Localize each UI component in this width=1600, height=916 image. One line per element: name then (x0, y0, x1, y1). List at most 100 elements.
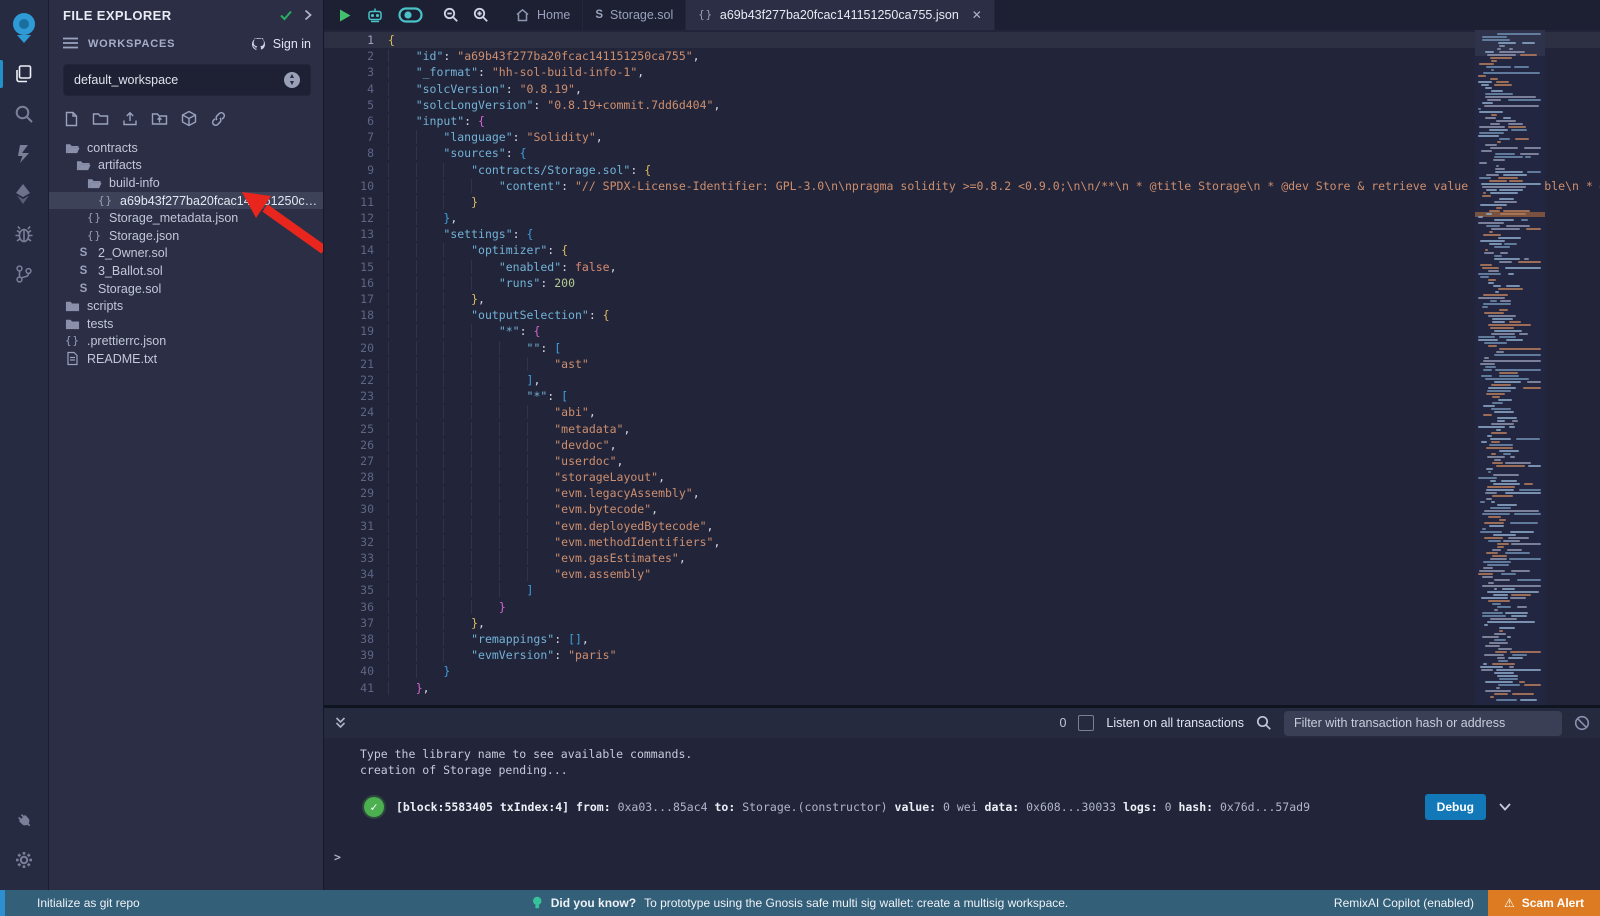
code-line-36[interactable]: 36 } (324, 599, 1600, 615)
search-button[interactable] (0, 94, 48, 134)
code-line-32[interactable]: 32 "evm.methodIdentifiers", (324, 534, 1600, 550)
code-line-21[interactable]: 21 "ast" (324, 356, 1600, 372)
code-line-38[interactable]: 38 "remappings": [], (324, 631, 1600, 647)
code-line-24[interactable]: 24 "abi", (324, 404, 1600, 420)
code-line-10[interactable]: 10 "content": "// SPDX-License-Identifie… (324, 178, 1600, 194)
new-file-icon[interactable] (64, 111, 79, 127)
solidity-compiler-button[interactable] (0, 134, 48, 174)
tree-item-a69b43f277ba20fcac141151250ca7-[interactable]: {}a69b43f277ba20fcac141151250ca7... (49, 192, 323, 210)
code-line-19[interactable]: 19 "*": { (324, 323, 1600, 339)
tab-storage-sol[interactable]: SStorage.sol (583, 0, 686, 30)
transaction-filter-input[interactable] (1284, 711, 1562, 736)
remix-logo[interactable] (0, 2, 48, 54)
new-folder-icon[interactable] (92, 111, 109, 126)
file-explorer-button[interactable] (0, 54, 48, 94)
code-line-27[interactable]: 27 "userdoc", (324, 453, 1600, 469)
code-line-7[interactable]: 7 "language": "Solidity", (324, 129, 1600, 145)
tab-a69b43f277ba20fcac141151250ca755-json[interactable]: {}a69b43f277ba20fcac141151250ca755.json✕ (686, 0, 995, 30)
code-line-6[interactable]: 6 "input": { (324, 113, 1600, 129)
code-line-34[interactable]: 34 "evm.assembly" (324, 566, 1600, 582)
zoom-out-icon[interactable] (443, 7, 459, 23)
panel-expand-icon[interactable] (303, 9, 313, 21)
git-button[interactable] (0, 254, 48, 294)
code-line-13[interactable]: 13 "settings": { (324, 226, 1600, 242)
code-line-3[interactable]: 3 "_format": "hh-sol-build-info-1", (324, 64, 1600, 80)
code-line-17[interactable]: 17 }, (324, 291, 1600, 307)
tree-item-tests[interactable]: tests (49, 315, 323, 333)
tree-item-scripts[interactable]: scripts (49, 297, 323, 315)
code-line-35[interactable]: 35 ] (324, 582, 1600, 598)
tree-item-label: Storage.json (109, 229, 179, 243)
terminal-prompt[interactable]: > (334, 850, 341, 864)
terminal-output[interactable]: Type the library name to see available c… (324, 738, 1600, 890)
tab-home[interactable]: Home (503, 0, 583, 30)
code-line-40[interactable]: 40 } (324, 663, 1600, 679)
code-line-11[interactable]: 11 } (324, 194, 1600, 210)
code-line-14[interactable]: 14 "optimizer": { (324, 242, 1600, 258)
upload-folder-icon[interactable] (151, 111, 168, 126)
code-line-28[interactable]: 28 "storageLayout", (324, 469, 1600, 485)
code-line-9[interactable]: 9 "contracts/Storage.sol": { (324, 162, 1600, 178)
code-line-15[interactable]: 15 "enabled": false, (324, 259, 1600, 275)
ai-copilot-robot-icon[interactable] (366, 7, 384, 24)
code-line-22[interactable]: 22 ], (324, 372, 1600, 388)
tree-item-readme-txt[interactable]: README.txt (49, 350, 323, 368)
listen-checkbox[interactable] (1078, 715, 1094, 731)
code-line-33[interactable]: 33 "evm.gasEstimates", (324, 550, 1600, 566)
workspaces-menu-icon[interactable] (63, 37, 78, 52)
code-line-5[interactable]: 5 "solcLongVersion": "0.8.19+commit.7dd6… (324, 97, 1600, 113)
code-line-25[interactable]: 25 "metadata", (324, 421, 1600, 437)
code-editor[interactable]: 1{2 "id": "a69b43f277ba20fcac141151250ca… (324, 30, 1600, 705)
copilot-toggle-icon[interactable] (398, 7, 423, 23)
zoom-in-icon[interactable] (473, 7, 489, 23)
tree-item-2-owner-sol[interactable]: S2_Owner.sol (49, 245, 323, 263)
sign-in-button[interactable]: Sign in (250, 37, 311, 52)
code-line-41[interactable]: 41 }, (324, 680, 1600, 696)
code-line-26[interactable]: 26 "devdoc", (324, 437, 1600, 453)
code-line-12[interactable]: 12 }, (324, 210, 1600, 226)
tab-close-icon[interactable]: ✕ (972, 8, 982, 22)
tree-item-storage-sol[interactable]: SStorage.sol (49, 280, 323, 298)
minimap[interactable] (1475, 30, 1545, 705)
settings-button[interactable] (0, 840, 48, 880)
terminal-search-icon[interactable] (1256, 715, 1272, 731)
tree-item-build-info[interactable]: build-info (49, 174, 323, 192)
tx-expand-icon[interactable] (1498, 802, 1512, 812)
code-line-29[interactable]: 29 "evm.legacyAssembly", (324, 485, 1600, 501)
code-line-1[interactable]: 1{ (324, 32, 1600, 48)
code-line-39[interactable]: 39 "evmVersion": "paris" (324, 647, 1600, 663)
code-line-16[interactable]: 16 "runs": 200 (324, 275, 1600, 291)
deploy-run-button[interactable] (0, 174, 48, 214)
transaction-log-row[interactable]: ✓ [block:5583405 txIndex:4] from: 0xa03.… (364, 794, 1512, 820)
tree-item-storage-json[interactable]: {}Storage.json (49, 227, 323, 245)
workspace-ok-icon[interactable] (279, 8, 293, 22)
activity-bar (0, 0, 49, 890)
workspace-select[interactable]: default_workspace ▲▼ (63, 64, 311, 96)
code-line-31[interactable]: 31 "evm.deployedBytecode", (324, 518, 1600, 534)
code-line-30[interactable]: 30 "evm.bytecode", (324, 501, 1600, 517)
upload-file-icon[interactable] (122, 111, 138, 126)
code-line-2[interactable]: 2 "id": "a69b43f277ba20fcac141151250ca75… (324, 48, 1600, 64)
tree-item-contracts[interactable]: contracts (49, 139, 323, 157)
plugin-manager-button[interactable] (0, 800, 48, 840)
code-line-23[interactable]: 23 "*": [ (324, 388, 1600, 404)
debugger-button[interactable] (0, 214, 48, 254)
scam-alert-badge[interactable]: ⚠ Scam Alert (1488, 890, 1600, 916)
run-script-button[interactable] (338, 8, 352, 23)
code-line-20[interactable]: 20 "": [ (324, 340, 1600, 356)
tree-item-artifacts[interactable]: artifacts (49, 157, 323, 175)
code-line-18[interactable]: 18 "outputSelection": { (324, 307, 1600, 323)
tree-item--prettierrc-json[interactable]: {}.prettierrc.json (49, 333, 323, 351)
code-line-37[interactable]: 37 }, (324, 615, 1600, 631)
clear-console-icon[interactable] (1574, 715, 1590, 731)
cube-icon[interactable] (181, 110, 197, 127)
tree-item-storage-metadata-json[interactable]: {}Storage_metadata.json (49, 209, 323, 227)
debug-button[interactable]: Debug (1425, 794, 1486, 820)
tree-item-3-ballot-sol[interactable]: S3_Ballot.sol (49, 262, 323, 280)
git-init-button[interactable]: Initialize as git repo (37, 896, 140, 910)
code-line-8[interactable]: 8 "sources": { (324, 145, 1600, 161)
terminal-collapse-icon[interactable] (334, 716, 347, 730)
copilot-status[interactable]: RemixAI Copilot (enabled) (1334, 896, 1474, 910)
code-line-4[interactable]: 4 "solcVersion": "0.8.19", (324, 81, 1600, 97)
link-icon[interactable] (210, 111, 227, 127)
